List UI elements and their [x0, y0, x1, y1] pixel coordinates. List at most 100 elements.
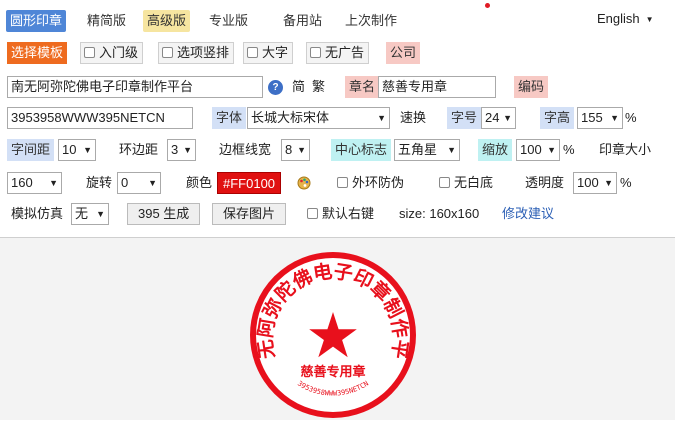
rotate-select-value: 0	[121, 175, 129, 190]
tab-round-seal[interactable]: 圆形印章	[6, 10, 67, 32]
simulate-label: 模拟仿真	[11, 206, 64, 221]
ring-margin-label: 环边距	[119, 142, 159, 157]
percent-label: %	[620, 175, 632, 190]
ring-margin-select[interactable]: 3 ▼	[167, 139, 196, 161]
option-no-ads-label: 无广告	[325, 45, 365, 60]
option-vertical-label: 选项竖排	[177, 45, 230, 60]
opacity-select[interactable]: 100 ▼	[573, 172, 617, 194]
notification-dot	[485, 3, 490, 8]
default-right-click-option[interactable]: 默认右键	[307, 203, 374, 225]
select-template-button[interactable]: 选择模板	[7, 42, 68, 64]
chevron-down-icon: ▼	[503, 113, 512, 123]
char-spacing-label: 字间距	[7, 139, 55, 161]
option-beginner[interactable]: 入门级	[80, 42, 144, 64]
seal-size-select-value: 160	[11, 175, 33, 190]
code-input[interactable]: 3953958WWW395NETCN	[7, 107, 193, 129]
font-size-select[interactable]: 24 ▼	[481, 107, 516, 129]
tab-backup-site[interactable]: 备用站	[279, 10, 326, 32]
palette-icon[interactable]	[297, 176, 311, 190]
no-white-bg-option[interactable]: 无白底	[439, 172, 493, 194]
traditional-button[interactable]: 繁	[312, 76, 325, 98]
company-button[interactable]: 公司	[386, 42, 421, 64]
no-white-bg-label: 无白底	[454, 175, 494, 190]
top-navigation: 圆形印章 精简版 高级版 专业版 备用站 上次制作 English ▼	[0, 0, 675, 36]
chevron-down-icon: ▼	[96, 209, 105, 219]
border-width-select-value: 8	[285, 142, 293, 157]
option-vertical[interactable]: 选项竖排	[158, 42, 235, 64]
color-label: 颜色	[186, 175, 213, 190]
suggest-link[interactable]: 修改建议	[502, 203, 554, 225]
center-mark-select-value: 五角星	[398, 142, 438, 157]
simulate-select[interactable]: 无 ▼	[71, 203, 109, 225]
checkbox-icon[interactable]	[310, 47, 321, 58]
tab-professional[interactable]: 专业版	[205, 10, 252, 32]
text-height-select-value: 155	[581, 110, 603, 125]
checkbox-icon[interactable]	[162, 47, 173, 58]
checkbox-icon[interactable]	[439, 177, 450, 188]
text-height-select[interactable]: 155 ▼	[577, 107, 623, 129]
font-select-value: 长城大标宋体	[251, 110, 330, 125]
code-label: 编码	[514, 76, 549, 98]
chevron-down-icon: ▼	[297, 145, 306, 155]
simulate-select-value: 无	[75, 206, 89, 221]
option-big-text-label: 大字	[262, 45, 289, 60]
center-mark-select[interactable]: 五角星 ▼	[394, 139, 460, 161]
main-text-input[interactable]: 南无阿弥陀佛电子印章制作平台	[7, 76, 263, 98]
char-spacing-select[interactable]: 10 ▼	[58, 139, 96, 161]
outer-anti-fake-option[interactable]: 外环防伪	[337, 172, 404, 194]
tab-last-made[interactable]: 上次制作	[341, 10, 401, 32]
seal-size-select[interactable]: 160 ▼	[7, 172, 62, 194]
char-spacing-select-value: 10	[62, 142, 77, 157]
scale-select[interactable]: 100 ▼	[516, 139, 560, 161]
checkbox-icon[interactable]	[307, 208, 318, 219]
option-big-text[interactable]: 大字	[243, 42, 294, 64]
font-size-select-value: 24	[485, 110, 500, 125]
chevron-down-icon: ▼	[83, 145, 92, 155]
center-mark-label: 中心标志	[331, 139, 392, 161]
tab-lite[interactable]: 精简版	[83, 10, 130, 32]
percent-label: %	[563, 142, 575, 157]
seal-name-label: 章名	[345, 76, 380, 98]
opacity-select-value: 100	[577, 175, 599, 190]
font-label: 字体	[212, 107, 247, 129]
chevron-down-icon: ▼	[604, 178, 613, 188]
font-size-label: 字号	[447, 107, 482, 129]
seal-name-input[interactable]: 慈善专用章	[378, 76, 496, 98]
checkbox-icon[interactable]	[337, 177, 348, 188]
outer-anti-fake-label: 外环防伪	[352, 175, 405, 190]
border-width-select[interactable]: 8 ▼	[281, 139, 310, 161]
chevron-down-icon: ▼	[49, 178, 58, 188]
save-image-button[interactable]: 保存图片	[212, 203, 287, 225]
option-no-ads[interactable]: 无广告	[306, 42, 370, 64]
rotate-select[interactable]: 0 ▼	[117, 172, 161, 194]
ring-margin-select-value: 3	[171, 142, 179, 157]
checkbox-icon[interactable]	[84, 47, 95, 58]
rotate-label: 旋转	[86, 175, 113, 190]
chevron-down-icon: ▼	[377, 113, 386, 123]
chevron-down-icon: ▼	[547, 145, 556, 155]
checkbox-icon[interactable]	[247, 47, 258, 58]
default-right-click-label: 默认右键	[322, 206, 375, 221]
seal-preview: 南无阿弥陀佛电子印章制作平台 慈善专用章 3953958WWW395NETCN	[238, 232, 418, 423]
border-width-label: 边框线宽	[219, 142, 272, 157]
settings-panel: 选择模板 入门级 选项竖排 大字 无广告 公司 南无阿弥陀佛电子印章制作平台 ?…	[0, 36, 675, 238]
generate-button[interactable]: 395 生成	[127, 203, 201, 225]
chevron-down-icon: ▼	[447, 145, 456, 155]
help-icon[interactable]: ?	[268, 80, 283, 95]
caret-down-icon: ▼	[645, 15, 654, 25]
percent-label: %	[625, 110, 637, 125]
simplified-button[interactable]: 简	[292, 76, 305, 98]
scale-label: 缩放	[478, 139, 513, 161]
scale-select-value: 100	[520, 142, 542, 157]
seal-name-text: 慈善专用章	[300, 364, 365, 380]
size-text: size: 160x160	[399, 206, 480, 221]
text-height-label: 字高	[540, 107, 575, 129]
seal-size-label: 印章大小	[599, 142, 652, 157]
font-select[interactable]: 长城大标宋体 ▼	[247, 107, 390, 129]
language-select[interactable]: English ▼	[597, 11, 654, 26]
opacity-label: 透明度	[525, 175, 565, 190]
option-beginner-label: 入门级	[99, 45, 139, 60]
quick-change-button[interactable]: 速换	[400, 107, 426, 129]
color-input[interactable]: #FF0100	[217, 172, 282, 194]
tab-advanced[interactable]: 高级版	[143, 10, 191, 32]
